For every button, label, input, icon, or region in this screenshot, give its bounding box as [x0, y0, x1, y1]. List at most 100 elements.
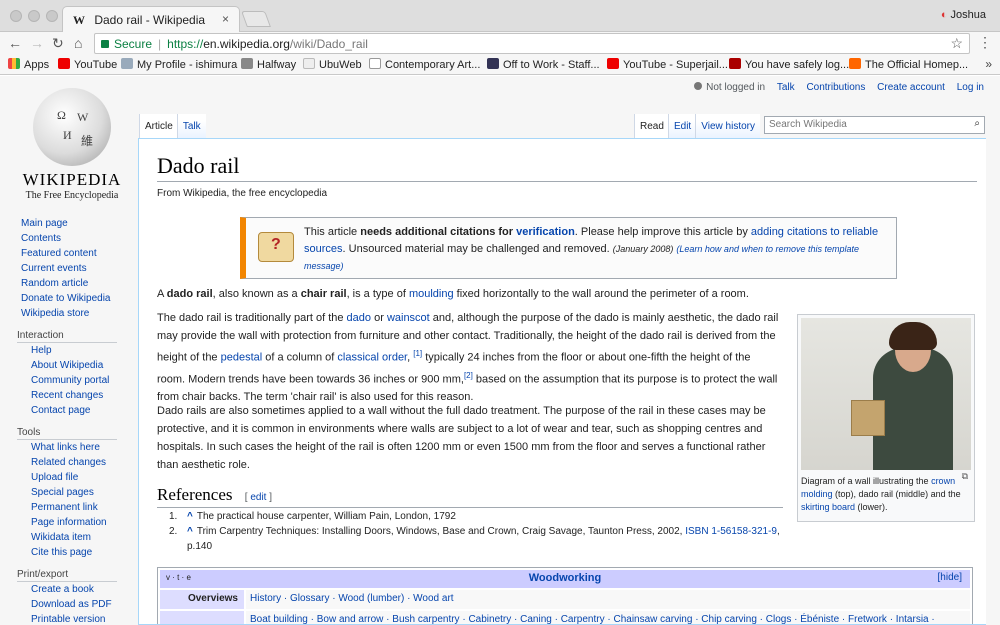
- sidebar-about[interactable]: About Wikipedia: [0, 358, 138, 373]
- bookmarks-bar: Apps YouTube My Profile - ishimura Halfw…: [0, 55, 1000, 75]
- profile-button[interactable]: ◐ Joshua: [941, 9, 986, 21]
- reload-icon[interactable]: ↻: [52, 35, 64, 52]
- body-paragraph-1: The dado rail is traditionally part of t…: [157, 312, 779, 404]
- sidebar-permanent-link[interactable]: Permanent link: [0, 500, 138, 515]
- sidebar-upload-file[interactable]: Upload file: [0, 470, 138, 485]
- sidebar-donate[interactable]: Donate to Wikipedia: [0, 291, 138, 306]
- bookmark-my-profile[interactable]: My Profile - ishimura: [121, 58, 237, 71]
- tab-read[interactable]: Read: [634, 114, 669, 138]
- tab-title: Dado rail - Wikipedia: [94, 13, 206, 27]
- tools-heading: Tools: [17, 427, 41, 438]
- moulding-link[interactable]: moulding: [409, 288, 454, 300]
- classical-order-link[interactable]: classical order: [337, 352, 407, 364]
- bookmark-halfway[interactable]: Halfway: [241, 58, 296, 71]
- wainscot-link[interactable]: wainscot: [387, 312, 430, 324]
- tab-edit[interactable]: Edit: [667, 114, 697, 138]
- browser-tab[interactable]: W Dado rail - Wikipedia ×: [62, 6, 240, 33]
- sidebar-special-pages[interactable]: Special pages: [0, 485, 138, 500]
- navbox-list-overviews[interactable]: History · Glossary · Wood (lumber) · Woo…: [246, 590, 970, 609]
- woodworking-navbox: v · t · e Woodworking [hide] Overviews H…: [157, 567, 973, 624]
- home-icon[interactable]: ⌂: [74, 35, 82, 51]
- view-tabs: Read Edit View history: [634, 114, 760, 138]
- site-subtitle: From Wikipedia, the free encyclopedia: [157, 188, 328, 199]
- tab-close-icon[interactable]: ×: [222, 12, 229, 26]
- sidebar-wikidata-item[interactable]: Wikidata item: [0, 530, 138, 545]
- navbox-vte-links[interactable]: v · t · e: [166, 573, 191, 582]
- sidebar-contents[interactable]: Contents: [0, 231, 138, 246]
- sidebar-community-portal[interactable]: Community portal: [0, 373, 138, 388]
- youtube-icon: [607, 58, 619, 69]
- browser-toolbar: ← → ↻ ⌂ Secure | https://en.wikipedia.org/…: [0, 32, 1000, 55]
- address-bar[interactable]: Secure | https://en.wikipedia.org/wiki/Dad…: [94, 33, 970, 54]
- sidebar: Main page Contents Featured content Curr…: [0, 216, 138, 625]
- navbox-title-link[interactable]: Woodworking: [529, 572, 602, 584]
- window-close-button[interactable]: [10, 10, 22, 22]
- sidebar-create-book[interactable]: Create a book: [0, 582, 138, 597]
- navbox-list-crafts[interactable]: Boat building · Bow and arrow · Bush car…: [246, 611, 970, 624]
- enlarge-icon[interactable]: ⧉: [962, 471, 968, 482]
- search-icon[interactable]: ⌕: [974, 118, 980, 129]
- thumbnail-image[interactable]: [801, 318, 971, 470]
- create-account-link[interactable]: Create account: [877, 82, 945, 93]
- bookmark-official-homepage[interactable]: The Official Homep...: [849, 58, 968, 71]
- tab-view-history[interactable]: View history: [695, 114, 760, 138]
- sidebar-random-article[interactable]: Random article: [0, 276, 138, 291]
- sidebar-related-changes[interactable]: Related changes: [0, 455, 138, 470]
- dado-link[interactable]: dado: [347, 312, 371, 324]
- sidebar-featured-content[interactable]: Featured content: [0, 246, 138, 261]
- sidebar-what-links-here[interactable]: What links here: [0, 440, 138, 455]
- new-tab-button[interactable]: [241, 11, 271, 27]
- forward-arrow-icon[interactable]: →: [30, 35, 44, 51]
- puzzle-globe-icon: ΩWИ維: [33, 88, 111, 166]
- thumbnail-figure: ⧉ Diagram of a wall illustrating the cro…: [797, 314, 975, 522]
- wikipedia-logo[interactable]: ΩWИ維 WIKIPEDIA The Free Encyclopedia: [22, 88, 122, 201]
- bookmark-off-to-work[interactable]: Off to Work - Staff...: [487, 58, 600, 71]
- sidebar-recent-changes[interactable]: Recent changes: [0, 388, 138, 403]
- window-minimize-button[interactable]: [28, 10, 40, 22]
- bookmarks-overflow-icon[interactable]: »: [985, 57, 992, 71]
- navbox-hide-toggle[interactable]: [hide]: [938, 572, 962, 583]
- tab-talk[interactable]: Talk: [176, 114, 206, 138]
- bookmark-safely-logged-out[interactable]: You have safely log...: [729, 58, 849, 71]
- bookmark-contemporary-art[interactable]: Contemporary Art...: [369, 58, 480, 71]
- sidebar-page-information[interactable]: Page information: [0, 515, 138, 530]
- sidebar-help[interactable]: Help: [0, 343, 138, 358]
- navbox-title: v · t · e Woodworking [hide]: [160, 570, 970, 588]
- print-export-heading: Print/export: [17, 569, 69, 580]
- url-path: /wiki/Dado_rail: [289, 37, 368, 51]
- pedestal-link[interactable]: pedestal: [221, 352, 263, 364]
- isbn-link[interactable]: ISBN 1-56158-321-9: [685, 526, 777, 537]
- references-edit-link[interactable]: edit: [250, 492, 266, 503]
- apps-grid-icon: [8, 58, 20, 69]
- citation-2-link[interactable]: [2]: [464, 371, 473, 380]
- bookmark-youtube[interactable]: YouTube: [58, 58, 117, 71]
- body-paragraph-2: Dado rails are also sometimes applied to…: [157, 405, 766, 471]
- bookmark-youtube-superjail[interactable]: YouTube - Superjail...: [607, 58, 728, 71]
- wikipedia-favicon-icon: W: [73, 13, 85, 27]
- back-arrow-icon[interactable]: ←: [8, 35, 22, 51]
- sidebar-store[interactable]: Wikipedia store: [0, 306, 138, 321]
- browser-menu-icon[interactable]: ⋮: [978, 34, 992, 51]
- sidebar-cite-this-page[interactable]: Cite this page: [0, 545, 138, 560]
- window-zoom-button[interactable]: [46, 10, 58, 22]
- article-content: Dado rail From Wikipedia, the free encyc…: [138, 138, 986, 625]
- bookmark-apps[interactable]: Apps: [8, 58, 49, 71]
- personal-talk-link[interactable]: Talk: [777, 82, 795, 93]
- search-input[interactable]: Search Wikipedia ⌕: [764, 116, 985, 134]
- namespace-tabs: Article Talk: [139, 114, 206, 138]
- login-link[interactable]: Log in: [957, 82, 984, 93]
- sidebar-main-page[interactable]: Main page: [0, 216, 138, 231]
- sidebar-contact-page[interactable]: Contact page: [0, 403, 138, 418]
- tab-article[interactable]: Article: [139, 114, 178, 138]
- bookmark-ubuweb[interactable]: UbuWeb: [303, 58, 362, 71]
- sidebar-current-events[interactable]: Current events: [0, 261, 138, 276]
- bookmark-star-icon[interactable]: ☆: [950, 35, 963, 52]
- citation-1-link[interactable]: [1]: [413, 349, 422, 358]
- verification-link[interactable]: verification: [516, 226, 575, 238]
- sidebar-printable-version[interactable]: Printable version: [0, 612, 138, 625]
- skirting-board-link[interactable]: skirting board: [801, 502, 855, 512]
- contributions-link[interactable]: Contributions: [806, 82, 865, 93]
- backlink-caret[interactable]: ^: [187, 511, 193, 522]
- sidebar-download-pdf[interactable]: Download as PDF: [0, 597, 138, 612]
- backlink-caret[interactable]: ^: [187, 526, 193, 537]
